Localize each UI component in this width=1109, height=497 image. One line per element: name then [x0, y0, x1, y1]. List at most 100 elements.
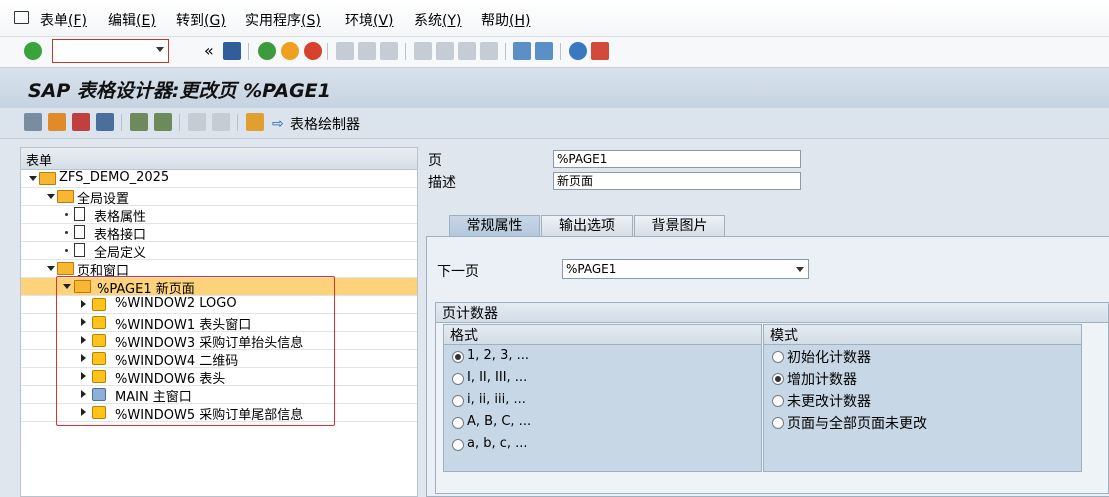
menu-exit-icon[interactable] [14, 11, 29, 24]
next-page-icon[interactable] [458, 42, 476, 60]
field-list-icon[interactable] [130, 113, 148, 131]
page-field[interactable]: %PAGE1 [553, 150, 801, 168]
tab-output-options[interactable]: 输出选项 [541, 215, 633, 236]
find-next-icon[interactable] [380, 42, 398, 60]
display-icon[interactable] [246, 113, 264, 131]
menu-system[interactable]: 系统(Y) [414, 10, 461, 30]
bullet-icon [65, 213, 68, 216]
menu-goto[interactable]: 转到(G) [176, 10, 226, 30]
glasses-icon[interactable] [24, 113, 42, 131]
menu-edit[interactable]: 编辑(E) [108, 10, 156, 30]
help-icon[interactable] [569, 42, 587, 60]
tree-node-window[interactable]: %WINDOW4 二维码 [21, 350, 417, 369]
magic-wand-icon[interactable] [72, 113, 90, 131]
mode-radio-initialize[interactable] [772, 351, 784, 363]
expand-icon[interactable] [81, 372, 86, 380]
menu-form[interactable]: 表单(F) [40, 10, 87, 30]
command-field[interactable] [52, 39, 169, 63]
window-icon [92, 352, 106, 365]
window-icon [92, 316, 106, 329]
window-icon [92, 334, 106, 347]
folder-icon [57, 190, 74, 203]
folder-icon [74, 280, 91, 293]
format-radio-alpha-upper[interactable] [452, 417, 464, 429]
next-page-select[interactable]: %PAGE1 [562, 259, 809, 279]
enter-check-icon[interactable] [24, 42, 42, 60]
separator [237, 114, 238, 131]
expand-icon[interactable] [81, 336, 86, 344]
clipboard-icon[interactable] [154, 113, 172, 131]
chevron-down-icon[interactable] [796, 267, 804, 272]
form-painter-button[interactable]: 表格绘制器 [290, 114, 360, 134]
tab-background-picture[interactable]: 背景图片 [634, 215, 725, 236]
save-icon[interactable] [223, 42, 241, 60]
page-label: 页 [428, 153, 442, 169]
tree-node-global-definitions[interactable]: 全局定义 [21, 242, 417, 261]
cancel-icon[interactable] [304, 42, 322, 60]
format-radio-alpha-lower[interactable] [452, 439, 464, 451]
form-node-icon[interactable] [96, 113, 114, 131]
first-page-icon[interactable] [414, 42, 432, 60]
menu-utilities[interactable]: 实用程序(S) [245, 10, 321, 30]
tree-node-window[interactable]: %WINDOW5 采购订单尾部信息 [21, 404, 417, 423]
expand-icon[interactable] [47, 266, 55, 271]
hierarchy-icon[interactable] [48, 113, 66, 131]
tree-node-page1[interactable]: %PAGE1 新页面 [21, 278, 417, 297]
window-icon [92, 406, 106, 419]
separator [121, 114, 122, 131]
tree-node-main-window[interactable]: MAIN 主窗口 [21, 386, 417, 405]
expand-icon[interactable] [81, 318, 86, 326]
back-icon[interactable] [258, 42, 276, 60]
expand-icon[interactable] [29, 176, 37, 181]
new-session-icon[interactable] [513, 42, 531, 60]
format-radio-arabic[interactable] [452, 351, 464, 363]
undo-icon[interactable] [188, 113, 206, 131]
tree-node-window[interactable]: %WINDOW3 采购订单抬头信息 [21, 332, 417, 351]
redo-icon[interactable] [212, 113, 230, 131]
tree-node-window[interactable]: %WINDOW2 LOGO [21, 296, 417, 314]
tree-node-root[interactable]: ZFS_DEMO_2025 [21, 170, 417, 188]
expand-icon[interactable] [47, 194, 55, 199]
separator [248, 43, 249, 60]
print-icon[interactable] [336, 42, 354, 60]
tree-node-form-interface[interactable]: 表格接口 [21, 224, 417, 243]
layout-menu-icon[interactable] [591, 42, 609, 60]
bullet-icon [65, 231, 68, 234]
expand-icon[interactable] [81, 408, 86, 416]
format-radio-roman-upper[interactable] [452, 373, 464, 385]
expand-icon[interactable] [81, 354, 86, 362]
previous-page-icon[interactable] [436, 42, 454, 60]
mode-radio-unchanged-all[interactable] [772, 417, 784, 429]
separator [179, 114, 180, 131]
tree-node-form-attributes[interactable]: 表格属性 [21, 206, 417, 225]
document-icon [74, 207, 85, 221]
expand-icon[interactable] [63, 284, 71, 289]
format-label: 1, 2, 3, ... [467, 348, 530, 363]
expand-icon[interactable] [81, 390, 86, 398]
window-icon [92, 370, 106, 383]
find-icon[interactable] [358, 42, 376, 60]
menu-help[interactable]: 帮助(H) [481, 10, 530, 30]
expand-icon[interactable] [81, 300, 86, 308]
document-icon [74, 225, 85, 239]
arrow-right-icon[interactable]: ⇨ [272, 116, 284, 132]
menu-environment[interactable]: 环境(V) [345, 10, 394, 30]
mode-radio-unchanged[interactable] [772, 395, 784, 407]
mode-label: 增加计数器 [787, 372, 857, 388]
main-window-icon [92, 388, 106, 401]
collapse-chevron-icon[interactable]: « [204, 41, 214, 60]
chevron-down-icon[interactable] [156, 47, 164, 52]
tree-node-pages-windows[interactable]: 页和窗口 [21, 260, 417, 279]
last-page-icon[interactable] [480, 42, 498, 60]
format-label: A, B, C, ... [467, 414, 532, 429]
tree-node-window[interactable]: %WINDOW1 表头窗口 [21, 314, 417, 333]
separator [405, 43, 406, 60]
description-field[interactable]: 新页面 [553, 172, 801, 190]
tab-general-attributes[interactable]: 常规属性 [449, 215, 540, 236]
tree-node-window[interactable]: %WINDOW6 表头 [21, 368, 417, 387]
format-radio-roman-lower[interactable] [452, 395, 464, 407]
exit-icon[interactable] [281, 42, 299, 60]
mode-radio-increment[interactable] [772, 373, 784, 385]
shortcut-icon[interactable] [535, 42, 553, 60]
tree-node-global-settings[interactable]: 全局设置 [21, 188, 417, 207]
